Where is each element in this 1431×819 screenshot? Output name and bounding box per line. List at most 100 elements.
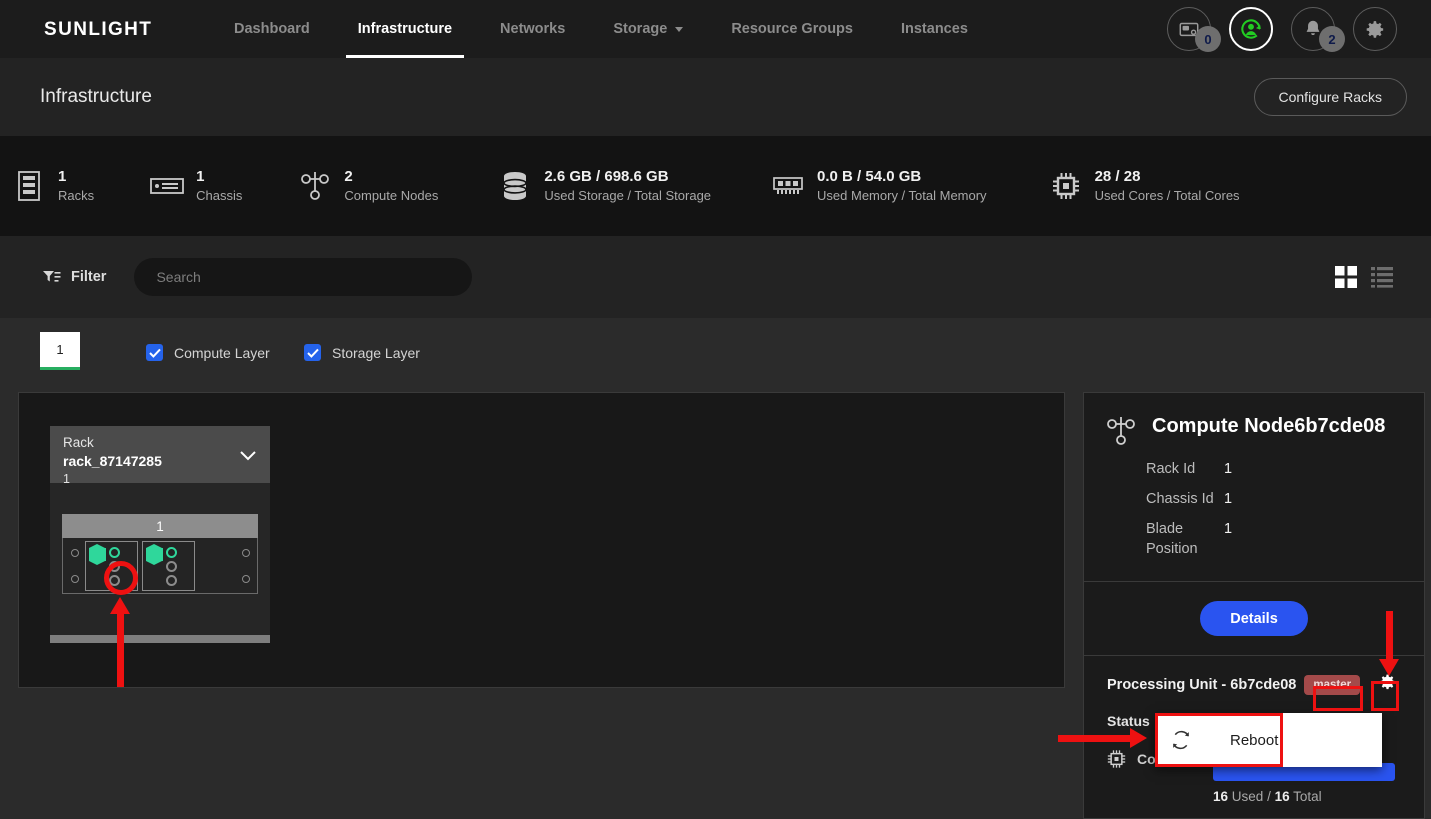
sim-card-badge: 0 xyxy=(1195,26,1221,52)
stat-value: 2 xyxy=(344,168,353,186)
app-logo[interactable]: SUNLIGHT xyxy=(44,19,168,40)
filter-label: Filter xyxy=(71,269,107,285)
page-title: Infrastructure xyxy=(40,86,152,107)
details-action-zone: Details xyxy=(1084,582,1424,655)
nav-label: Storage xyxy=(613,21,668,37)
status-label: Status xyxy=(1107,713,1150,729)
notifications-button[interactable]: 2 xyxy=(1291,7,1345,52)
blade-indicator-dots xyxy=(166,546,177,586)
nav-label: Infrastructure xyxy=(357,21,453,37)
grid-view-icon[interactable] xyxy=(1335,266,1357,288)
indicator-dot xyxy=(166,574,177,586)
rack-diagram-panel: Rack rack_87147285 1 1 xyxy=(18,392,1065,688)
menu-item-reboot[interactable]: Reboot xyxy=(1155,713,1382,767)
node-icon xyxy=(298,170,332,202)
nav-label: Dashboard xyxy=(234,21,310,37)
memory-icon xyxy=(771,175,805,197)
nav-item-infrastructure[interactable]: Infrastructure xyxy=(334,0,476,58)
checkbox-storage-layer[interactable]: Storage Layer xyxy=(304,344,420,361)
stat-value: 0.0 B / 54.0 GB xyxy=(817,168,922,186)
rack-header[interactable]: Rack rack_87147285 1 xyxy=(50,426,270,486)
checkbox-label: Storage Layer xyxy=(332,344,420,361)
summary-stats-bar: 1 Racks 1 Chassis 2 Compute Nodes 2.6 GB… xyxy=(0,136,1431,236)
stat-memory: 0.0 B / 54.0 GB Used Memory / Total Memo… xyxy=(771,167,987,205)
stat-label: Compute Nodes xyxy=(344,188,439,204)
search-input[interactable] xyxy=(134,269,473,285)
role-badge-master: master xyxy=(1304,674,1361,695)
blade-status-hex xyxy=(146,543,163,586)
rack-icon xyxy=(12,171,46,201)
screw-icon xyxy=(70,574,79,583)
top-navigation-bar: SUNLIGHT Dashboard Infrastructure Networ… xyxy=(0,0,1431,58)
attribute-value: 1 xyxy=(1224,521,1233,537)
attribute-row: Chassis Id 1 xyxy=(1146,489,1424,509)
rack-footer xyxy=(50,635,270,643)
stat-value: 1 xyxy=(58,168,67,186)
indicator-dot xyxy=(109,574,120,586)
view-toggle-group xyxy=(1335,266,1393,288)
node-title: Compute Node6b7cde08 xyxy=(1152,415,1386,437)
filter-button[interactable]: Filter xyxy=(42,269,106,285)
blade-slot-1[interactable] xyxy=(85,540,138,591)
filter-icon xyxy=(43,271,61,282)
rack-kicker: Rack xyxy=(63,435,94,450)
sim-card-button[interactable]: 0 xyxy=(1167,7,1221,52)
nav-item-resource-groups[interactable]: Resource Groups xyxy=(707,0,877,58)
attribute-row: Rack Id 1 xyxy=(1146,459,1424,479)
context-menu: Reboot xyxy=(1155,713,1382,767)
blade-slot-2[interactable] xyxy=(142,540,195,591)
cores-usage-text: 16 Used / 16 Total xyxy=(1213,789,1322,804)
blade-status-hex xyxy=(89,543,106,586)
user-sync-icon xyxy=(1241,19,1261,39)
nav-actions: 0 2 xyxy=(1167,7,1397,52)
indicator-dot xyxy=(109,560,120,572)
chassis-icon xyxy=(150,176,185,196)
nav-item-networks[interactable]: Networks xyxy=(476,0,589,58)
screw-icon xyxy=(241,574,250,583)
cores-total-suffix: Total xyxy=(1293,789,1322,804)
cores-used-suffix: Used / xyxy=(1231,789,1271,804)
node-detail-header: Compute Node6b7cde08 xyxy=(1084,393,1424,447)
rack-widget[interactable]: Rack rack_87147285 1 1 xyxy=(50,426,270,661)
chassis-rail-right xyxy=(237,540,254,592)
refresh-icon xyxy=(1172,730,1190,750)
indicator-dot xyxy=(166,546,177,558)
page-header: Infrastructure Configure Racks xyxy=(0,58,1431,136)
details-button[interactable]: Details xyxy=(1200,601,1308,636)
settings-button[interactable] xyxy=(1353,7,1397,51)
rack-tab-1[interactable]: 1 xyxy=(40,332,80,370)
toolbar: Filter xyxy=(0,236,1431,318)
rack-body: 1 xyxy=(50,483,270,635)
attribute-row: Blade Position 1 xyxy=(1146,519,1424,559)
cpu-icon xyxy=(1049,170,1083,202)
checkbox-compute-layer[interactable]: Compute Layer xyxy=(146,344,270,361)
nav-item-instances[interactable]: Instances xyxy=(877,0,992,58)
indicator-dot xyxy=(109,546,120,558)
gear-icon xyxy=(1380,674,1395,690)
processing-unit-settings-button[interactable] xyxy=(1378,672,1398,697)
chassis-1[interactable]: 1 xyxy=(62,514,258,594)
cpu-icon xyxy=(1107,750,1126,768)
chevron-down-icon[interactable] xyxy=(238,446,258,466)
stat-value: 28 / 28 xyxy=(1094,168,1141,186)
gear-icon xyxy=(1366,20,1383,38)
rack-name: rack_87147285 xyxy=(63,453,162,470)
stat-storage: 2.6 GB / 698.6 GB Used Storage / Total S… xyxy=(498,167,711,205)
stat-label: Racks xyxy=(58,188,95,204)
processing-unit-header: Processing Unit - 6b7cde08 master xyxy=(1084,656,1424,697)
user-sync-button[interactable] xyxy=(1229,7,1273,51)
cores-used-value: 16 xyxy=(1213,789,1229,804)
indicator-dot xyxy=(166,560,177,572)
attribute-key: Rack Id xyxy=(1146,461,1196,477)
checkbox-icon xyxy=(146,344,163,361)
main-nav: Dashboard Infrastructure Networks Storag… xyxy=(210,0,992,58)
search-box[interactable] xyxy=(134,258,473,296)
list-view-icon[interactable] xyxy=(1371,266,1393,288)
nav-label: Instances xyxy=(900,21,968,37)
nav-item-dashboard[interactable]: Dashboard xyxy=(210,0,334,58)
stat-label: Used Storage / Total Storage xyxy=(544,188,712,204)
configure-racks-button[interactable]: Configure Racks xyxy=(1253,78,1407,116)
screw-icon xyxy=(241,548,250,557)
nav-item-storage[interactable]: Storage xyxy=(589,0,707,58)
processing-unit-title: Processing Unit - 6b7cde08 xyxy=(1107,676,1297,693)
